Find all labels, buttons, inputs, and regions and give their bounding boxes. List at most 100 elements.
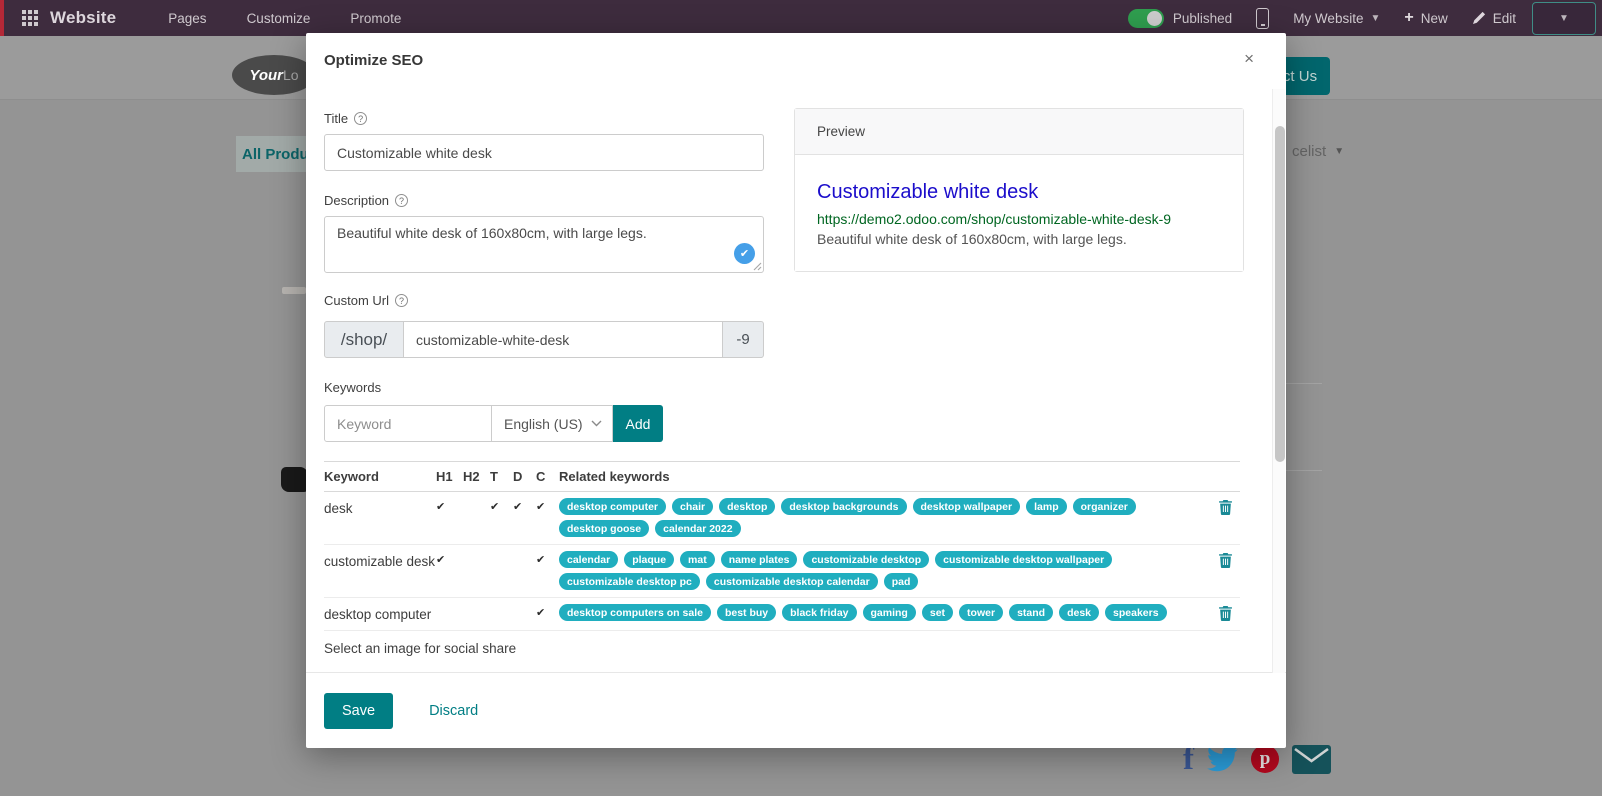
preview-header: Preview bbox=[795, 109, 1243, 155]
chevron-down-icon bbox=[591, 420, 602, 427]
description-valid-icon: ✔ bbox=[734, 243, 755, 264]
related-keyword-chip[interactable]: set bbox=[922, 604, 953, 621]
preview-result-description: Beautiful white desk of 160x80cm, with l… bbox=[817, 231, 1221, 247]
related-keyword-chip[interactable]: best buy bbox=[717, 604, 776, 621]
related-keyword-chip[interactable]: plaque bbox=[624, 551, 674, 568]
new-button[interactable]: + New bbox=[1404, 9, 1447, 27]
related-keyword-chip[interactable]: desktop wallpaper bbox=[913, 498, 1021, 515]
related-keyword-chip[interactable]: desktop computers on sale bbox=[559, 604, 711, 621]
site-logo[interactable]: YourLo bbox=[232, 55, 316, 95]
menu-pages[interactable]: Pages bbox=[168, 11, 206, 26]
published-label: Published bbox=[1173, 11, 1232, 26]
help-icon[interactable]: ? bbox=[395, 194, 408, 207]
related-keyword-chip[interactable]: black friday bbox=[782, 604, 856, 621]
edit-label: Edit bbox=[1493, 11, 1516, 26]
my-website-dropdown[interactable]: My Website ▼ bbox=[1293, 11, 1380, 26]
keywords-label-text: Keywords bbox=[324, 380, 381, 395]
description-wrap: Beautiful white desk of 160x80cm, with l… bbox=[324, 216, 764, 273]
help-icon[interactable]: ? bbox=[395, 294, 408, 307]
language-select[interactable]: English (US) bbox=[492, 405, 613, 442]
related-keyword-chip[interactable]: customizable desktop bbox=[803, 551, 929, 568]
keywords-table: Keyword H1 H2 T D C Related keywords des… bbox=[324, 461, 1240, 631]
delete-keyword-icon[interactable] bbox=[1210, 551, 1240, 568]
related-keyword-chip[interactable]: desktop backgrounds bbox=[781, 498, 906, 515]
preview-result-url: https://demo2.odoo.com/shop/customizable… bbox=[817, 211, 1221, 227]
related-keyword-chip[interactable]: lamp bbox=[1026, 498, 1067, 515]
col-c: C bbox=[536, 462, 559, 491]
pinterest-icon[interactable]: p bbox=[1251, 745, 1279, 773]
scrollbar-thumb[interactable] bbox=[1275, 126, 1285, 462]
related-keyword-chip[interactable]: pad bbox=[884, 573, 919, 590]
pencil-icon bbox=[1472, 11, 1486, 25]
resize-grip-icon[interactable] bbox=[753, 262, 762, 271]
check-h1: ✔ bbox=[436, 551, 463, 566]
modal-footer: Save Discard bbox=[306, 672, 1286, 748]
related-keyword-chip[interactable]: stand bbox=[1009, 604, 1053, 621]
url-prefix: /shop/ bbox=[324, 321, 404, 358]
check-t bbox=[490, 604, 513, 606]
related-keyword-chip[interactable]: organizer bbox=[1073, 498, 1136, 515]
delete-keyword-icon[interactable] bbox=[1210, 498, 1240, 515]
related-keyword-chip[interactable]: desk bbox=[1059, 604, 1099, 621]
related-keyword-chip[interactable]: tower bbox=[959, 604, 1003, 621]
col-h1: H1 bbox=[436, 462, 463, 491]
logo-text-bold: Your bbox=[249, 67, 283, 84]
related-keywords: desktop computers on sale best buy black f… bbox=[559, 604, 1210, 621]
related-keyword-chip[interactable]: customizable desktop calendar bbox=[706, 573, 878, 590]
keyword-add-row: English (US) Add bbox=[324, 405, 663, 442]
url-suffix: -9 bbox=[722, 321, 764, 358]
related-keyword-chip[interactable]: speakers bbox=[1105, 604, 1167, 621]
chevron-down-icon: ▼ bbox=[1370, 13, 1380, 24]
navbar-extra-dropdown[interactable]: ▼ bbox=[1532, 2, 1596, 35]
related-keyword-chip[interactable]: desktop bbox=[719, 498, 775, 515]
mobile-preview-icon[interactable] bbox=[1256, 8, 1269, 29]
related-keywords: calendar plaque mat name plates customizable… bbox=[559, 551, 1210, 590]
related-keyword-chip[interactable]: name plates bbox=[721, 551, 798, 568]
menu-customize[interactable]: Customize bbox=[247, 11, 311, 26]
app-brand[interactable]: Website bbox=[50, 8, 116, 28]
email-icon[interactable] bbox=[1292, 745, 1331, 774]
keyword-input[interactable] bbox=[324, 405, 492, 442]
seo-description-textarea[interactable]: Beautiful white desk of 160x80cm, with l… bbox=[324, 216, 764, 273]
keyword-row: desk✔✔✔✔desktop computerchairdesktopdesk… bbox=[324, 492, 1240, 545]
plus-icon: + bbox=[1404, 9, 1413, 27]
add-keyword-button[interactable]: Add bbox=[613, 405, 663, 442]
related-keyword-chip[interactable]: calendar 2022 bbox=[655, 520, 740, 537]
related-keyword-chip[interactable]: chair bbox=[672, 498, 713, 515]
published-toggle[interactable] bbox=[1128, 9, 1164, 28]
preview-body: Customizable white desk https://demo2.od… bbox=[795, 155, 1243, 271]
modal-scrollbar[interactable] bbox=[1272, 89, 1285, 673]
delete-keyword-icon[interactable] bbox=[1210, 604, 1240, 621]
check-d bbox=[513, 551, 536, 553]
col-h2: H2 bbox=[463, 462, 490, 491]
menu-promote[interactable]: Promote bbox=[350, 11, 401, 26]
pricelist-dropdown[interactable]: celist ▼ bbox=[1292, 143, 1344, 160]
keyword-name: customizable desk bbox=[324, 551, 436, 570]
save-button[interactable]: Save bbox=[324, 693, 393, 729]
related-keyword-chip[interactable]: calendar bbox=[559, 551, 618, 568]
twitter-icon[interactable] bbox=[1207, 746, 1238, 772]
check-h2 bbox=[463, 604, 490, 606]
custom-url-input[interactable] bbox=[404, 321, 722, 358]
edit-button[interactable]: Edit bbox=[1472, 11, 1516, 26]
related-keyword-chip[interactable]: customizable desktop wallpaper bbox=[935, 551, 1112, 568]
related-keyword-chip[interactable]: desktop computer bbox=[559, 498, 666, 515]
related-keyword-chip[interactable]: mat bbox=[680, 551, 715, 568]
check-t: ✔ bbox=[490, 498, 513, 513]
related-keyword-chip[interactable]: desktop goose bbox=[559, 520, 649, 537]
apps-grid-icon[interactable] bbox=[22, 10, 38, 26]
help-icon[interactable]: ? bbox=[354, 112, 367, 125]
all-products-link[interactable]: All Produ bbox=[236, 136, 306, 172]
close-icon[interactable]: × bbox=[1244, 49, 1254, 69]
seo-title-input[interactable] bbox=[324, 134, 764, 171]
discard-button[interactable]: Discard bbox=[429, 703, 478, 719]
check-c: ✔ bbox=[536, 604, 559, 619]
check-h1: ✔ bbox=[436, 498, 463, 513]
top-navbar: Website Pages Customize Promote Publishe… bbox=[0, 0, 1602, 36]
check-h1 bbox=[436, 604, 463, 606]
related-keyword-chip[interactable]: customizable desktop pc bbox=[559, 573, 700, 590]
col-d: D bbox=[513, 462, 536, 491]
related-keyword-chip[interactable]: gaming bbox=[863, 604, 916, 621]
preview-result-title: Customizable white desk bbox=[817, 181, 1221, 204]
custom-url-label-text: Custom Url bbox=[324, 293, 389, 308]
